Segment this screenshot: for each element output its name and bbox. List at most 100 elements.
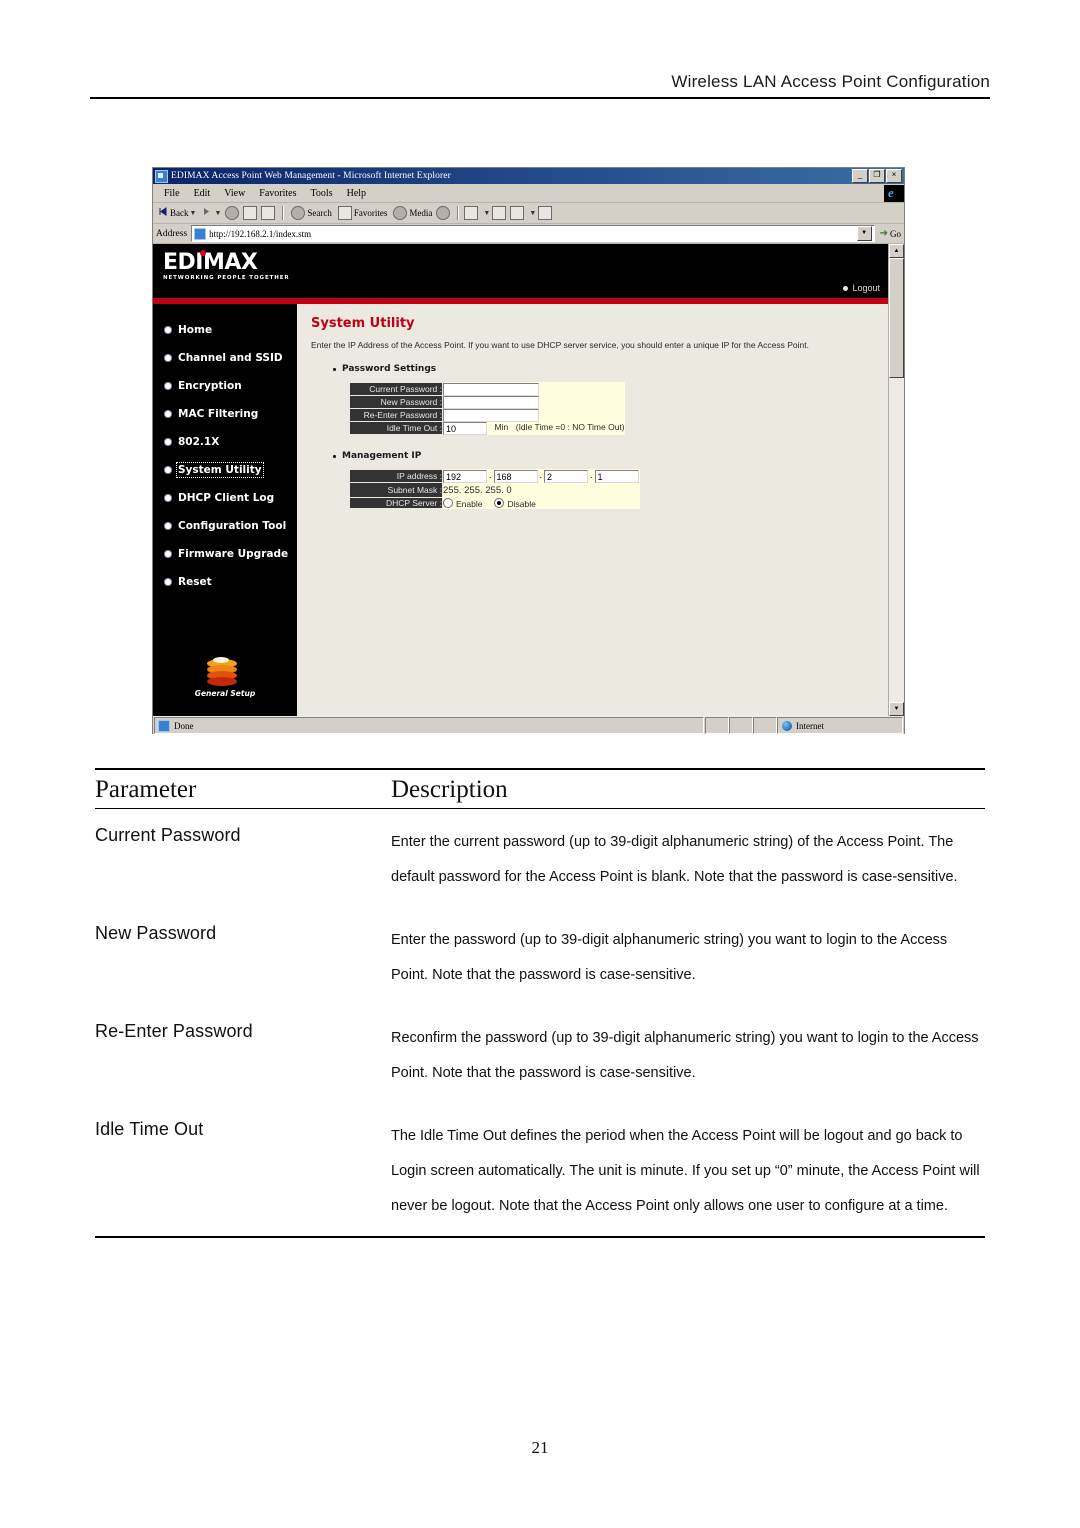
ip-octet-3-input[interactable]: 2 — [544, 469, 589, 483]
new-password-input[interactable] — [443, 395, 539, 409]
table-bottom-rule — [95, 1236, 985, 1238]
sidebar-item-channel-and-ssid[interactable]: Channel and SSID — [153, 344, 297, 372]
sidebar-item-encryption[interactable]: Encryption — [153, 372, 297, 400]
header-rule — [90, 97, 990, 99]
media-button[interactable]: Media — [391, 206, 434, 220]
ip-octet-1-input[interactable]: 192 — [443, 469, 487, 483]
sidebar-item-reset[interactable]: Reset — [153, 568, 297, 596]
mail-icon[interactable] — [464, 206, 479, 220]
table-row: Idle Time Out The Idle Time Out defines … — [95, 1103, 985, 1236]
history-icon[interactable] — [436, 206, 451, 220]
browser-toolbar[interactable]: Back ▼ ▼ Search Favorites Media ▼ ▼ — [153, 203, 904, 224]
forward-button[interactable]: ▼ — [200, 207, 223, 219]
menu-file[interactable]: File — [157, 188, 187, 199]
favorites-button[interactable]: Favorites — [336, 206, 390, 220]
header-description: Description — [391, 776, 508, 803]
ip-octet-2-input[interactable]: 168 — [493, 469, 538, 483]
sidebar-item-label: MAC Filtering — [178, 408, 259, 420]
address-label: Address — [156, 228, 188, 239]
new-password-cell — [442, 395, 625, 409]
current-password-input[interactable] — [443, 382, 539, 396]
sidebar-item-system-utility[interactable]: System Utility — [153, 456, 297, 484]
parameter-name: Idle Time Out — [95, 1119, 204, 1139]
sidebar-item-802-1x[interactable]: 802.1X — [153, 428, 297, 456]
parameter-name: Current Password — [95, 825, 241, 845]
back-chevron-down-icon[interactable]: ▼ — [190, 209, 197, 217]
logout-link[interactable]: Logout — [843, 283, 880, 293]
logo-wordmark: EDIMAX — [163, 250, 258, 274]
sidebar-item-dhcp-client-log[interactable]: DHCP Client Log — [153, 484, 297, 512]
search-button[interactable]: Search — [289, 206, 334, 220]
address-dropdown-icon[interactable]: ▼ — [856, 226, 872, 241]
browser-menubar[interactable]: File Edit View Favorites Tools Help — [153, 184, 904, 203]
ie-document-icon — [155, 169, 168, 183]
window-controls[interactable]: _ ❐ × — [852, 169, 902, 183]
parameter-description: Enter the current password (up to 39-dig… — [391, 834, 958, 885]
edit-chevron-down-icon[interactable]: ▼ — [529, 210, 536, 217]
menu-help[interactable]: Help — [340, 188, 373, 199]
restore-button[interactable]: ❐ — [869, 169, 885, 183]
scroll-thumb[interactable] — [889, 258, 904, 378]
home-icon[interactable] — [261, 206, 276, 220]
scroll-down-icon[interactable]: ▼ — [889, 702, 904, 716]
minimize-button[interactable]: _ — [852, 169, 868, 183]
status-text: Done — [174, 720, 194, 731]
general-setup-label: General Setup — [194, 689, 256, 698]
go-label: Go — [890, 228, 901, 239]
logout-label: Logout — [852, 283, 880, 293]
sidebar-item-mac-filtering[interactable]: MAC Filtering — [153, 400, 297, 428]
bullet-icon — [165, 383, 171, 389]
mail-chevron-down-icon[interactable]: ▼ — [483, 210, 490, 217]
back-arrow-icon — [159, 207, 168, 219]
dhcp-disable-radio[interactable] — [494, 497, 505, 508]
table-row: New Password Enter the password (up to 3… — [95, 907, 985, 1005]
table-row: New Password : — [349, 395, 625, 409]
bullet-icon — [165, 495, 171, 501]
browser-titlebar: EDIMAX Access Point Web Management - Mic… — [153, 168, 904, 184]
idle-timeout-input[interactable]: 10 — [443, 421, 487, 435]
go-button[interactable]: ➔ Go — [875, 228, 901, 239]
sidebar-nav: Home Channel and SSID Encryption MAC Fil… — [153, 304, 297, 716]
dhcp-enable-radio[interactable] — [443, 497, 453, 508]
sidebar-item-label: Configuration Tool — [178, 520, 287, 532]
status-cell-3 — [753, 717, 777, 734]
management-ip-heading: Management IP — [333, 451, 876, 461]
menu-view[interactable]: View — [217, 188, 252, 199]
edit-icon[interactable] — [510, 206, 525, 220]
ip-octet-4-input[interactable]: 1 — [594, 469, 639, 483]
sidebar-item-home[interactable]: Home — [153, 316, 297, 344]
page-scrollbar[interactable]: ▲ ▼ — [888, 244, 904, 716]
discuss-icon[interactable] — [538, 206, 553, 220]
browser-addressbar[interactable]: Address http://192.168.2.1/index.stm ▼ ➔… — [153, 224, 904, 244]
back-label: Back — [170, 208, 189, 218]
idle-timeout-cell: 10 Min (Idle Time =0 : NO Time Out) — [442, 421, 625, 435]
close-button[interactable]: × — [886, 169, 902, 183]
menu-edit[interactable]: Edit — [187, 188, 218, 199]
parameter-description: Reconfirm the password (up to 39-digit a… — [391, 1030, 979, 1081]
media-label: Media — [409, 208, 433, 218]
current-password-cell — [442, 382, 625, 396]
refresh-icon[interactable] — [243, 206, 258, 220]
sidebar-item-firmware-upgrade[interactable]: Firmware Upgrade — [153, 540, 297, 568]
address-url-text: http://192.168.2.1/index.stm — [209, 228, 312, 239]
print-icon[interactable] — [492, 206, 507, 220]
sidebar-item-label: Encryption — [178, 380, 242, 392]
subnet-mask-label: Subnet Mask : — [349, 482, 443, 498]
table-row: Idle Time Out : 10 Min (Idle Time =0 : N… — [349, 421, 625, 435]
address-input[interactable]: http://192.168.2.1/index.stm ▼ — [191, 225, 875, 242]
dhcp-enable-label: Enable — [456, 498, 483, 509]
scroll-up-icon[interactable]: ▲ — [889, 244, 904, 258]
password-settings-label: Password Settings — [342, 364, 437, 374]
menu-tools[interactable]: Tools — [304, 188, 340, 199]
document-header: Wireless LAN Access Point Configuration — [90, 72, 990, 99]
back-button[interactable]: Back ▼ — [157, 207, 198, 219]
reenter-password-input[interactable] — [443, 408, 539, 422]
bullet-icon — [165, 551, 171, 557]
stop-icon[interactable] — [225, 206, 240, 220]
sidebar-item-configuration-tool[interactable]: Configuration Tool — [153, 512, 297, 540]
dhcp-server-cell: Enable Disable — [442, 497, 640, 509]
forward-chevron-down-icon[interactable]: ▼ — [214, 209, 221, 217]
menu-favorites[interactable]: Favorites — [252, 188, 303, 199]
scroll-track[interactable] — [889, 258, 904, 702]
idle-timeout-note: (Idle Time =0 : NO Time Out) — [515, 422, 625, 433]
